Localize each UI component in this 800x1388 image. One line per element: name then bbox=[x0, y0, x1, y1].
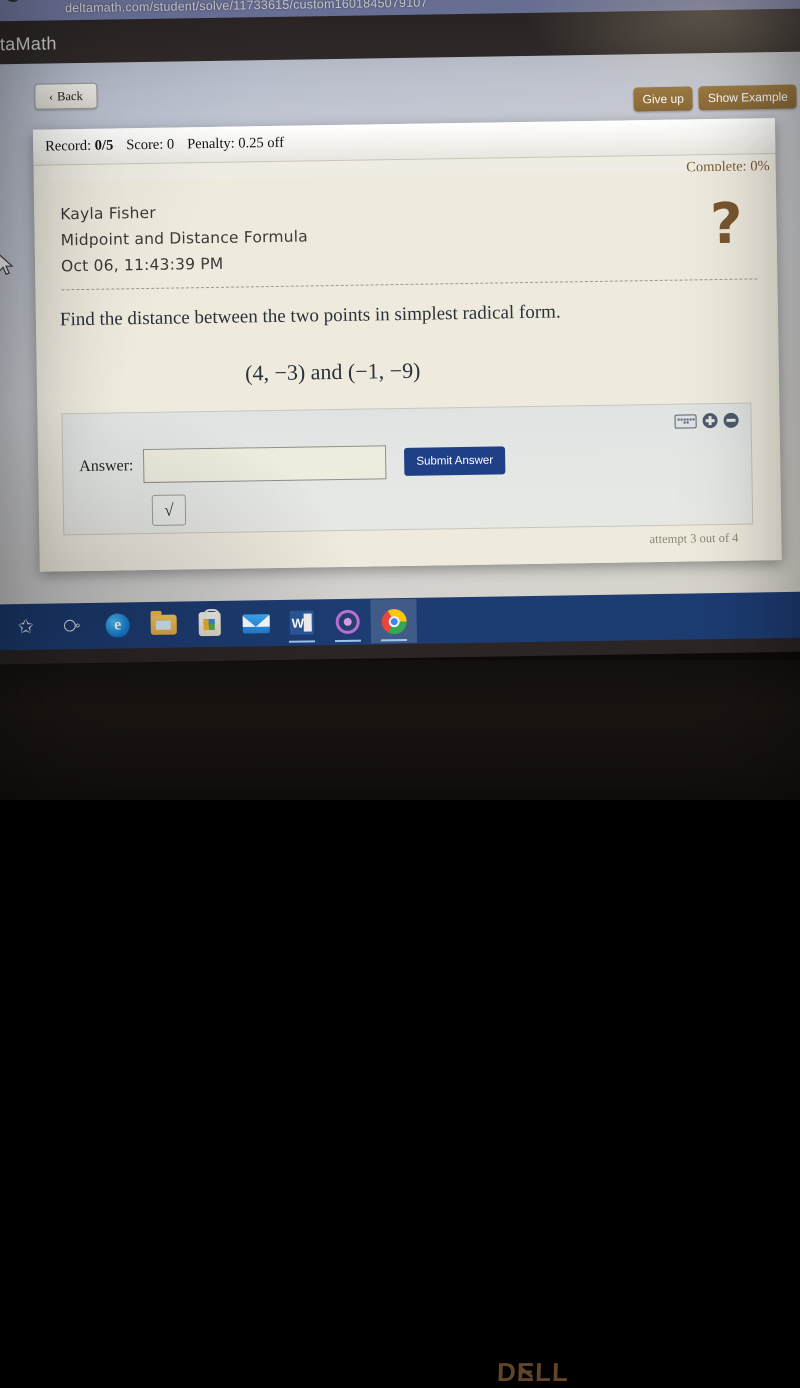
answer-input[interactable] bbox=[143, 445, 387, 484]
laptop-photo: DELL deltamath.com/student/solve/1173361… bbox=[0, 0, 800, 1387]
radical-button[interactable]: √ bbox=[151, 494, 187, 526]
edge-icon: e bbox=[105, 613, 130, 638]
taskbar-file-explorer-button[interactable] bbox=[140, 602, 187, 647]
taskbar-task-view-button[interactable]: ⧂ bbox=[48, 604, 95, 649]
zoom-out-icon[interactable] bbox=[723, 412, 739, 428]
problem-action-buttons: Give up Show Example bbox=[633, 84, 798, 112]
taskbar-store-button[interactable] bbox=[186, 602, 233, 647]
answer-panel: Answer: Submit Answer √ attempt 3 out of… bbox=[61, 402, 754, 546]
zoom-in-icon[interactable] bbox=[702, 413, 718, 429]
submit-answer-button[interactable]: Submit Answer bbox=[404, 446, 506, 476]
dell-logo-e: E bbox=[516, 1357, 536, 1387]
assignment-topic: Midpoint and Distance Formula bbox=[60, 227, 309, 250]
taskbar-cortana-button[interactable] bbox=[324, 600, 371, 645]
store-icon bbox=[198, 611, 221, 637]
problem-body: Kayla Fisher Midpoint and Distance Formu… bbox=[33, 170, 782, 572]
assignment-meta: Kayla Fisher Midpoint and Distance Formu… bbox=[60, 197, 308, 279]
record-status-text: Record: 0/5 Score: 0 Penalty: 0.25 off bbox=[45, 135, 284, 156]
dell-logo: DELL bbox=[496, 1357, 569, 1388]
ring-icon bbox=[335, 609, 360, 635]
taskbar-word-button[interactable]: W bbox=[278, 600, 325, 645]
laptop-bottom-bezel: DELL bbox=[0, 660, 800, 1387]
score-label: Score: bbox=[126, 136, 164, 154]
taskbar-search-button[interactable]: ✩ bbox=[2, 605, 49, 650]
give-up-button[interactable]: Give up bbox=[633, 86, 694, 112]
assignment-card: Record: 0/5 Score: 0 Penalty: 0.25 off Com… bbox=[32, 118, 782, 572]
divider bbox=[61, 278, 758, 291]
dell-logo-d: D bbox=[496, 1357, 518, 1387]
taskbar-edge-button[interactable]: e bbox=[94, 603, 141, 648]
taskbar-mail-button[interactable] bbox=[232, 601, 279, 646]
attempt-counter: attempt 3 out of 4 bbox=[649, 530, 739, 547]
mail-icon bbox=[242, 613, 270, 634]
problem-prompt: Find the distance between the two points… bbox=[59, 301, 561, 331]
answer-panel-icons bbox=[674, 412, 739, 429]
word-icon: W bbox=[289, 610, 314, 635]
student-name: Kayla Fisher bbox=[60, 203, 157, 224]
assignment-timestamp: Oct 06, 11:43:39 PM bbox=[60, 254, 224, 276]
penalty-value: 0.25 off bbox=[238, 134, 285, 152]
browser-tab-favicon bbox=[4, 0, 21, 3]
back-button-label: Back bbox=[56, 88, 83, 103]
record-label: Record: bbox=[45, 137, 92, 155]
answer-input-row: Answer: Submit Answer bbox=[79, 443, 506, 484]
show-example-button[interactable]: Show Example bbox=[698, 84, 798, 111]
problem-expression: (4, −3) and (−1, −9) bbox=[244, 357, 421, 386]
search-icon: ✩ bbox=[17, 615, 34, 639]
answer-label: Answer: bbox=[79, 457, 134, 476]
penalty-label: Penalty: bbox=[187, 135, 235, 153]
chrome-icon bbox=[381, 608, 407, 634]
record-value: 0/5 bbox=[94, 137, 114, 154]
laptop-screen: deltamath.com/student/solve/11733615/cus… bbox=[0, 0, 800, 665]
taskbar-chrome-button[interactable] bbox=[370, 598, 418, 644]
page-title: ltaMath bbox=[0, 32, 57, 54]
chevron-left-icon: ‹ bbox=[48, 88, 54, 103]
folder-icon bbox=[150, 614, 177, 635]
task-view-icon: ⧂ bbox=[63, 616, 81, 637]
back-button[interactable]: ‹ Back bbox=[34, 82, 98, 110]
address-bar-url[interactable]: deltamath.com/student/solve/11733615/cus… bbox=[65, 0, 428, 15]
question-mark-icon[interactable]: ? bbox=[710, 192, 744, 258]
keyboard-icon[interactable] bbox=[674, 413, 697, 429]
dell-logo-ll: LL bbox=[534, 1357, 570, 1387]
score-value: 0 bbox=[166, 136, 175, 153]
